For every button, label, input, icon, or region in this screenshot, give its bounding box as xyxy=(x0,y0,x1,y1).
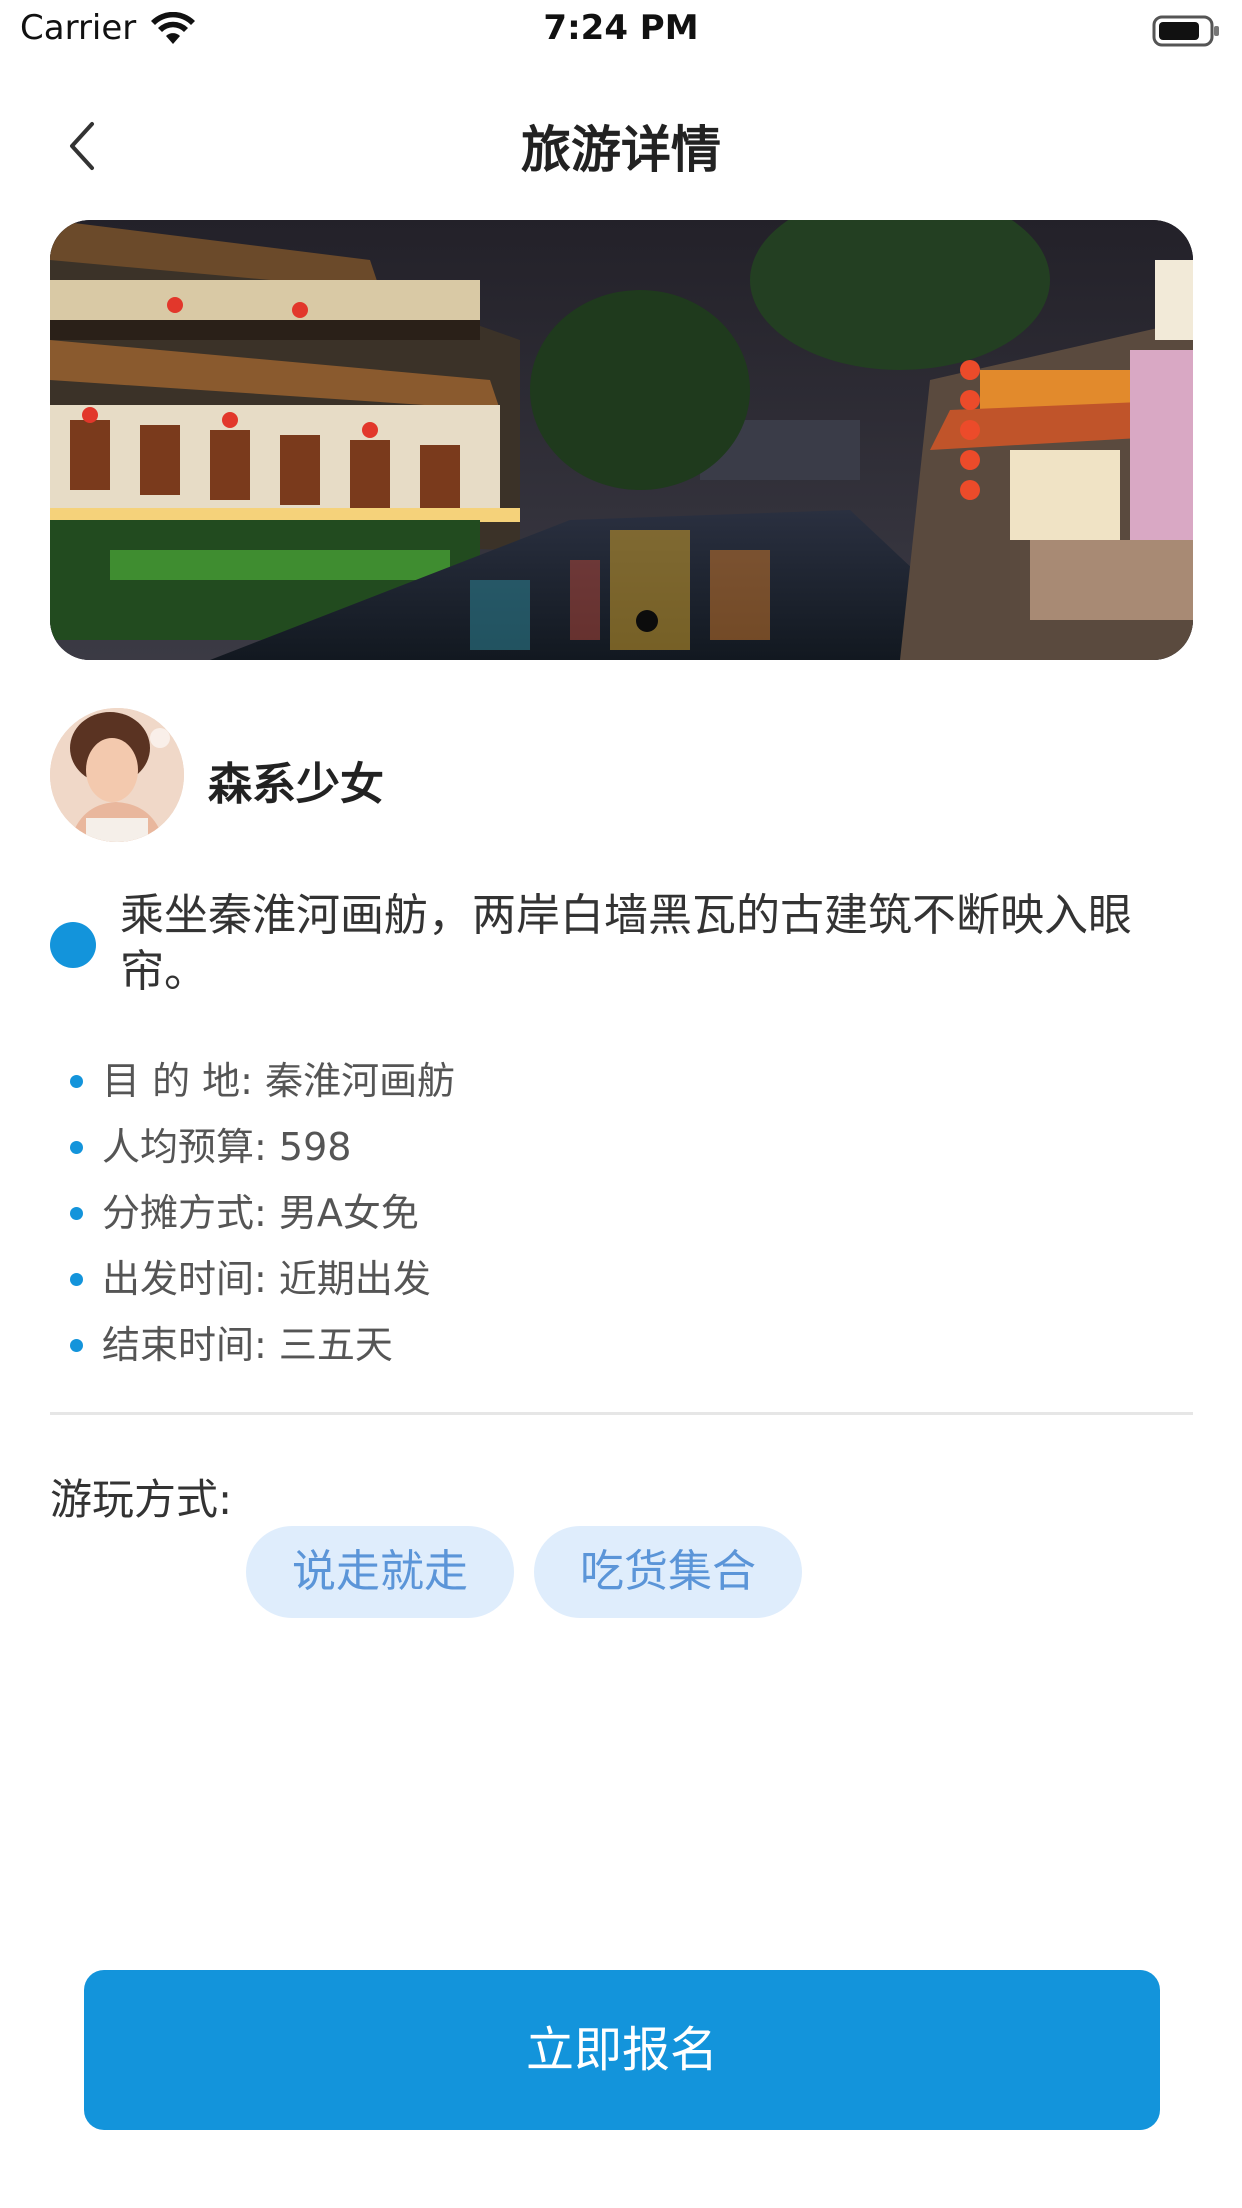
detail-budget: 人均预算: 598 xyxy=(50,1114,1150,1180)
carousel-page-indicator[interactable] xyxy=(636,610,658,632)
navigation-bar: 旅游详情 xyxy=(0,80,1242,208)
tag-spontaneous[interactable]: 说走就走 xyxy=(246,1526,514,1618)
detail-label: 人均预算 xyxy=(102,1125,255,1169)
detail-label: 目 的 地 xyxy=(102,1059,241,1103)
detail-value: 近期出发 xyxy=(278,1257,431,1301)
section-divider xyxy=(50,1412,1193,1415)
battery-icon xyxy=(1152,15,1219,47)
bullet-icon xyxy=(70,1207,83,1220)
status-bar: Carrier 7:24 PM xyxy=(0,0,1242,64)
banner-carousel[interactable] xyxy=(50,220,1193,660)
bullet-icon xyxy=(70,1141,83,1154)
detail-value: 秦淮河画舫 xyxy=(265,1059,456,1103)
trip-description: 乘坐秦淮河画舫，两岸白墙黑瓦的古建筑不断映入眼帘。 xyxy=(120,890,1132,997)
tag-foodie-gathering[interactable]: 吃货集合 xyxy=(534,1526,802,1618)
detail-end-time: 结束时间: 三五天 xyxy=(50,1312,1150,1378)
detail-label: 出发时间 xyxy=(102,1257,255,1301)
bullet-icon xyxy=(70,1075,83,1088)
detail-destination: 目 的 地: 秦淮河画舫 xyxy=(50,1048,1150,1114)
bullet-icon xyxy=(70,1339,83,1352)
avatar-image xyxy=(50,708,184,842)
detail-cost-split: 分摊方式: 男A女免 xyxy=(50,1180,1150,1246)
banner-image xyxy=(50,220,1193,660)
signup-button[interactable]: 立即报名 xyxy=(84,1970,1160,2130)
page-title: 旅游详情 xyxy=(521,121,721,179)
detail-value: 598 xyxy=(278,1125,352,1169)
bullet-icon xyxy=(70,1273,83,1286)
trip-details-list: 目 的 地: 秦淮河画舫 人均预算: 598 分摊方式: 男A女免 出发时间: … xyxy=(50,1048,1150,1378)
detail-value: 三五天 xyxy=(278,1323,393,1367)
detail-label: 分摊方式 xyxy=(102,1191,255,1235)
detail-start-time: 出发时间: 近期出发 xyxy=(50,1246,1150,1312)
user-name[interactable]: 森系少女 xyxy=(208,748,384,812)
detail-label: 结束时间 xyxy=(102,1323,255,1367)
play-style-tags: 说走就走 吃货集合 xyxy=(246,1526,802,1618)
play-style-label: 游玩方式: xyxy=(50,1475,233,1524)
description-bullet-icon xyxy=(50,922,96,968)
detail-value: 男A女免 xyxy=(278,1191,419,1235)
clock-time: 7:24 PM xyxy=(543,8,699,48)
avatar[interactable] xyxy=(50,708,184,842)
